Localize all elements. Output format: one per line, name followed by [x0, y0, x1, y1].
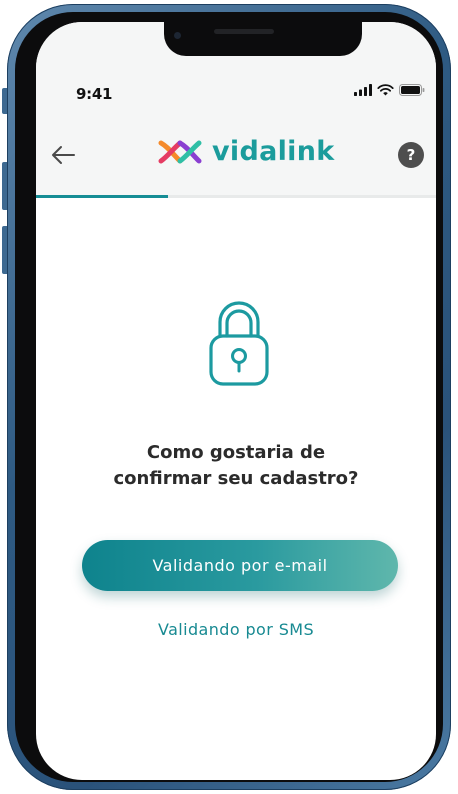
phone-mockup: 9:41 vidalink ? Como gostaria de confirm…	[0, 0, 458, 794]
status-icons	[354, 84, 425, 96]
progress-fill	[36, 195, 168, 198]
app-screen: 9:41 vidalink ? Como gostaria de confirm…	[36, 22, 436, 780]
validate-by-email-button[interactable]: Validando por e-mail	[82, 540, 398, 591]
notch-camera	[174, 32, 181, 39]
padlock-icon	[209, 301, 269, 386]
brand-name: vidalink	[212, 136, 335, 167]
question-line-1: Como gostaria de	[146, 442, 326, 463]
help-button[interactable]: ?	[398, 142, 424, 168]
phone-notch	[164, 22, 362, 56]
wifi-icon	[377, 84, 394, 96]
question-line-2: confirmar seu cadastro?	[113, 468, 359, 489]
arrow-left-icon[interactable]	[50, 144, 76, 166]
brand-logo: vidalink	[158, 136, 335, 167]
vidalink-logo-icon	[158, 140, 202, 163]
confirmation-question: Como gostaria de confirmar seu cadastro?	[36, 440, 436, 492]
question-mark-icon: ?	[406, 146, 416, 164]
battery-icon	[399, 84, 425, 96]
signal-icon	[354, 84, 372, 96]
progress-bar	[36, 195, 436, 198]
notch-speaker	[214, 29, 274, 34]
status-time: 9:41	[76, 85, 113, 103]
validate-by-sms-link[interactable]: Validando por SMS	[36, 620, 436, 639]
